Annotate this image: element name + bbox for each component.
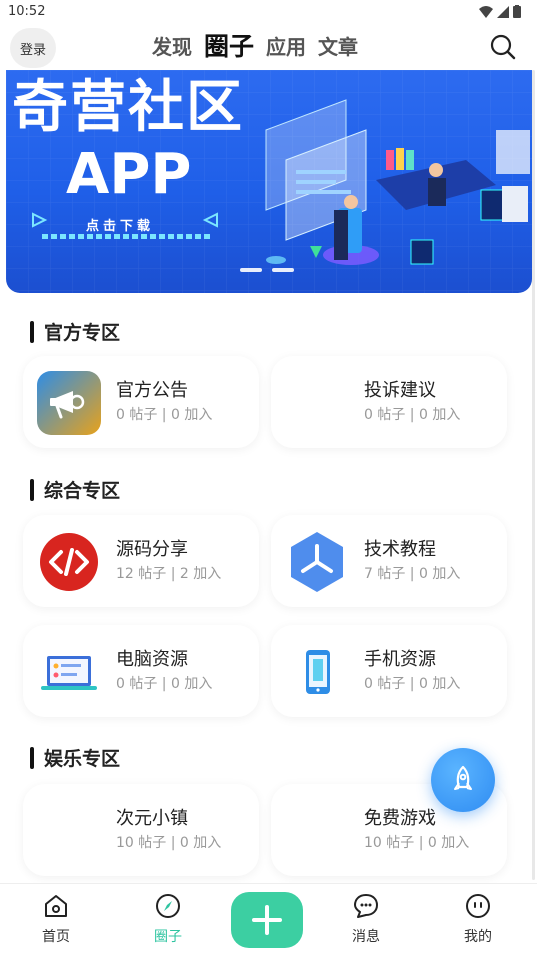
promo-banner[interactable]: 奇营社区 APP 点击下载 <box>6 70 532 293</box>
section-title-text: 综合专区 <box>44 480 121 502</box>
nav-home[interactable]: 首页 <box>26 892 86 946</box>
section-title-general: 综合专区 <box>30 476 120 503</box>
signal-icon <box>497 5 509 18</box>
card-title: 源码分享 <box>116 539 188 560</box>
section-title-official: 官方专区 <box>30 318 120 345</box>
card-source-code[interactable]: 源码分享 12 帖子 | 2 加入 <box>23 515 259 607</box>
hexagon-icon <box>291 532 343 592</box>
card-title: 次元小镇 <box>116 808 188 829</box>
section-title-text: 官方专区 <box>44 322 121 344</box>
banner-stripe <box>42 234 212 239</box>
scrollbar[interactable] <box>532 70 535 880</box>
card-title: 手机资源 <box>364 649 436 670</box>
card-mobile-resources[interactable]: 手机资源 0 帖子 | 0 加入 <box>271 625 507 717</box>
card-tutorials[interactable]: 技术教程 7 帖子 | 0 加入 <box>271 515 507 607</box>
nav-label: 首页 <box>42 929 70 945</box>
section-bar <box>30 746 34 769</box>
card-pc-resources[interactable]: 电脑资源 0 帖子 | 0 加入 <box>23 625 259 717</box>
pager-dot[interactable] <box>240 268 262 272</box>
nav-label: 我的 <box>464 929 492 945</box>
banner-download-label: 点击下载 <box>86 219 155 234</box>
section-bar <box>30 320 34 343</box>
search-icon[interactable] <box>489 33 517 61</box>
tab-circle[interactable]: 圈子 <box>204 30 254 64</box>
tab-articles[interactable]: 文章 <box>318 30 358 64</box>
status-bar: 10:52 <box>0 0 537 24</box>
banner-title: 奇营社区 <box>12 75 244 140</box>
card-stats: 0 帖子 | 0 加入 <box>364 407 461 423</box>
home-icon <box>45 895 67 917</box>
plus-icon <box>252 905 282 935</box>
card-anime-town[interactable]: 次元小镇 10 帖子 | 0 加入 <box>23 784 259 876</box>
nav-messages[interactable]: 消息 <box>336 892 396 946</box>
card-stats: 12 帖子 | 2 加入 <box>116 566 222 582</box>
play-right-icon <box>202 212 218 228</box>
card-stats: 10 帖子 | 0 加入 <box>116 835 222 851</box>
card-stats: 0 帖子 | 0 加入 <box>116 676 213 692</box>
top-tabs: 发现 圈子 应用 文章 <box>152 30 358 64</box>
card-title: 电脑资源 <box>116 649 188 670</box>
card-title: 免费游戏 <box>364 808 436 829</box>
section-title-entertainment: 娱乐专区 <box>30 744 120 771</box>
card-title: 技术教程 <box>364 539 436 560</box>
pager-dot[interactable] <box>272 268 294 272</box>
card-official-announcement[interactable]: 官方公告 0 帖子 | 0 加入 <box>23 356 259 448</box>
bottom-nav: 首页 圈子 消息 我的 <box>0 883 537 955</box>
play-left-icon <box>32 212 48 228</box>
status-icons <box>479 5 521 18</box>
tab-discover[interactable]: 发现 <box>152 30 192 64</box>
card-stats: 10 帖子 | 0 加入 <box>364 835 470 851</box>
create-post-button[interactable] <box>231 892 303 948</box>
nav-label: 圈子 <box>154 929 182 945</box>
battery-icon <box>513 5 521 18</box>
chat-icon <box>354 894 378 918</box>
rocket-fab-button[interactable] <box>431 748 495 812</box>
phone-icon <box>306 650 330 694</box>
card-title: 官方公告 <box>116 380 188 401</box>
card-stats: 0 帖子 | 0 加入 <box>116 407 213 423</box>
nav-profile[interactable]: 我的 <box>448 892 508 946</box>
banner-subtitle: APP <box>66 142 192 207</box>
section-bar <box>30 478 34 501</box>
banner-pager <box>240 268 294 272</box>
nav-label: 消息 <box>352 929 380 945</box>
megaphone-icon <box>37 371 101 435</box>
login-button[interactable]: 登录 <box>10 28 56 68</box>
laptop-icon <box>41 656 97 690</box>
compass-icon <box>156 894 180 918</box>
top-header: 登录 发现 圈子 应用 文章 <box>0 24 537 70</box>
section-title-text: 娱乐专区 <box>44 748 121 770</box>
code-icon <box>40 533 98 591</box>
card-stats: 0 帖子 | 0 加入 <box>364 676 461 692</box>
card-complaints[interactable]: 投诉建议 0 帖子 | 0 加入 <box>271 356 507 448</box>
nav-circle[interactable]: 圈子 <box>138 892 198 946</box>
rocket-icon <box>454 765 472 790</box>
profile-icon <box>466 894 490 918</box>
wifi-icon <box>479 5 493 18</box>
status-time: 10:52 <box>8 4 46 19</box>
card-stats: 7 帖子 | 0 加入 <box>364 566 461 582</box>
tab-apps[interactable]: 应用 <box>266 30 306 64</box>
card-title: 投诉建议 <box>364 380 436 401</box>
banner-illustration <box>265 99 530 265</box>
